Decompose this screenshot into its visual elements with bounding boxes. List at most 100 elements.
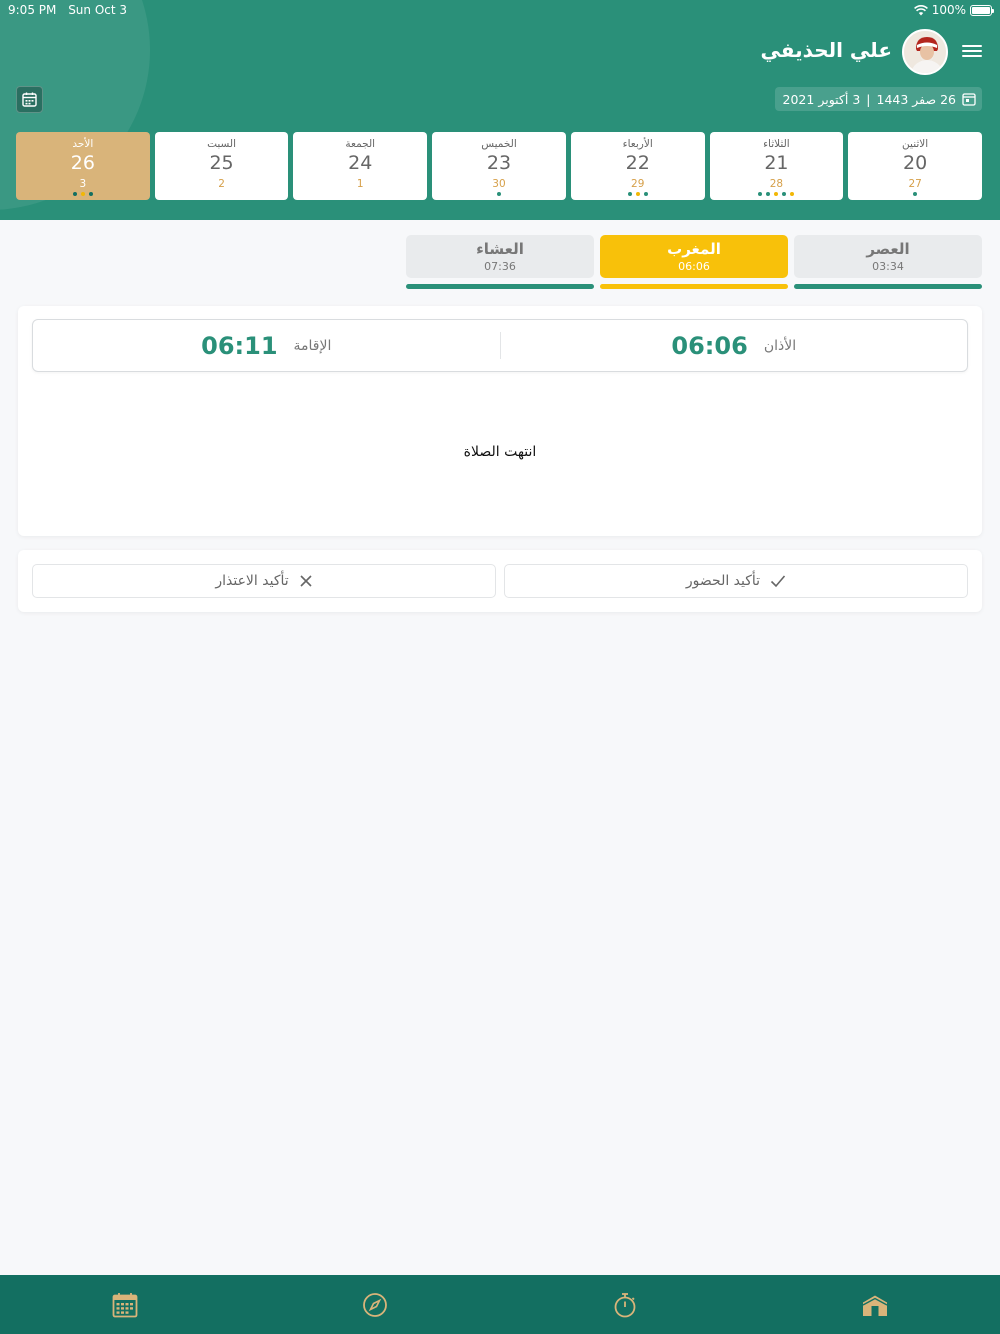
date-display: 26 صفر 1443 | 3 أكتوبر 2021 bbox=[774, 87, 982, 111]
day-name: السبت bbox=[207, 138, 237, 150]
event-dot bbox=[774, 192, 779, 196]
prayer-tabs: العصر 03:34 المغرب 06:06 العشاء 07:36 bbox=[406, 235, 982, 289]
gregorian-date: 3 أكتوبر 2021 bbox=[782, 91, 861, 107]
day-name: الثلاثاء bbox=[763, 138, 790, 150]
day-hijri: 3 bbox=[79, 178, 87, 190]
event-dots bbox=[710, 192, 844, 196]
date-separator: | bbox=[866, 91, 871, 107]
wifi-icon bbox=[913, 4, 928, 15]
event-dot bbox=[782, 192, 787, 196]
calendar-icon bbox=[22, 92, 37, 107]
confirm-excuse-label: تأكيد الاعتذار bbox=[215, 573, 289, 589]
prayer-tab-indicator bbox=[794, 284, 982, 289]
day-card[interactable]: الجمعة 24 1 bbox=[293, 132, 428, 200]
day-number: 24 bbox=[348, 152, 373, 174]
status-time: 9:05 PM bbox=[8, 3, 57, 17]
calendar-button[interactable] bbox=[16, 86, 43, 113]
prayer-tab-indicator bbox=[600, 284, 788, 289]
day-name: الاثنين bbox=[902, 138, 929, 150]
kaaba-icon bbox=[862, 1293, 888, 1316]
prayer-time: 06:06 bbox=[678, 260, 710, 273]
bottom-nav bbox=[0, 1275, 1000, 1334]
event-dot bbox=[635, 192, 640, 196]
stopwatch-icon bbox=[614, 1292, 636, 1317]
status-date: Sun Oct 3 bbox=[68, 3, 128, 17]
day-card[interactable]: الثلاثاء 21 28 bbox=[709, 132, 844, 200]
user-name: علي الحذيفي bbox=[760, 38, 893, 62]
iqama-time: 06:11 bbox=[201, 331, 278, 360]
confirm-excuse-button[interactable]: تأكيد الاعتذار bbox=[32, 564, 496, 598]
avatar[interactable] bbox=[902, 29, 948, 75]
prayer-time: 03:34 bbox=[872, 260, 904, 273]
prayer-time: 07:36 bbox=[484, 260, 516, 273]
event-dot bbox=[913, 192, 918, 196]
event-dot bbox=[790, 192, 795, 196]
day-hijri: 29 bbox=[631, 178, 645, 190]
prayer-name: العصر bbox=[866, 240, 910, 258]
event-dot bbox=[643, 192, 648, 196]
calendar-icon bbox=[962, 93, 976, 106]
week-days: الاثنين 20 27 الثلاثاء 21 28 الأربعاء 22 29 الخمي… bbox=[15, 132, 982, 200]
confirm-attendance-button[interactable]: تأكيد الحضور bbox=[504, 564, 968, 598]
day-card[interactable]: الأحد 26 3 bbox=[15, 132, 150, 200]
day-hijri: 28 bbox=[769, 178, 784, 190]
prayer-detail-card: الأذان 06:06 الإقامة 06:11 انتهت الصلاة bbox=[18, 306, 982, 536]
check-icon bbox=[771, 575, 786, 588]
day-number: 20 bbox=[903, 152, 928, 174]
day-number: 21 bbox=[764, 152, 789, 174]
day-hijri: 30 bbox=[492, 178, 506, 190]
close-icon bbox=[300, 575, 312, 587]
day-name: الخميس bbox=[481, 138, 517, 150]
calendar-grid-icon bbox=[112, 1292, 138, 1317]
day-card[interactable]: السبت 25 2 bbox=[154, 132, 289, 200]
event-dot bbox=[88, 192, 93, 196]
iqama-label: الإقامة bbox=[293, 337, 332, 354]
adhan-time: 06:06 bbox=[671, 331, 748, 360]
header: 9:05 PM Sun Oct 3 100% علي الحذيفي 26 صف… bbox=[0, 0, 1000, 220]
day-name: الأحد bbox=[72, 138, 94, 150]
day-hijri: 2 bbox=[218, 178, 225, 190]
prayer-tab-indicator bbox=[406, 284, 594, 289]
nav-mosque[interactable] bbox=[750, 1275, 1000, 1334]
confirm-attendance-label: تأكيد الحضور bbox=[685, 573, 761, 589]
day-number: 23 bbox=[486, 152, 512, 174]
event-dots bbox=[848, 192, 982, 196]
day-hijri: 1 bbox=[356, 178, 364, 190]
day-number: 25 bbox=[209, 152, 234, 174]
prayer-tab[interactable]: المغرب 06:06 bbox=[600, 235, 788, 289]
nav-timer[interactable] bbox=[500, 1275, 750, 1334]
event-dot bbox=[766, 192, 771, 196]
event-dot bbox=[496, 192, 501, 196]
nav-calendar[interactable] bbox=[0, 1275, 250, 1334]
battery-percent: 100% bbox=[931, 3, 966, 17]
adhan-label: الأذان bbox=[763, 337, 797, 354]
prayer-name: العشاء bbox=[476, 240, 524, 258]
event-dot bbox=[758, 192, 763, 196]
event-dot bbox=[80, 192, 85, 196]
divider bbox=[499, 332, 501, 359]
event-dot bbox=[72, 192, 77, 196]
menu-button[interactable] bbox=[962, 42, 982, 60]
adhan-block: الأذان 06:06 bbox=[501, 320, 968, 371]
day-card[interactable]: الخميس 23 30 bbox=[432, 132, 566, 200]
iqama-block: الإقامة 06:11 bbox=[33, 320, 500, 371]
event-dot bbox=[627, 192, 632, 196]
prayer-tab[interactable]: العصر 03:34 bbox=[794, 235, 982, 289]
prayer-status-text: انتهت الصلاة bbox=[463, 444, 537, 460]
attendance-actions: تأكيد الحضور تأكيد الاعتذار bbox=[18, 550, 982, 612]
compass-icon bbox=[363, 1292, 387, 1317]
event-dots bbox=[571, 192, 705, 196]
day-name: الأربعاء bbox=[622, 138, 653, 150]
event-dots bbox=[16, 192, 150, 196]
prayer-name: المغرب bbox=[667, 240, 721, 258]
status-bar: 9:05 PM Sun Oct 3 100% bbox=[0, 0, 1000, 20]
prayer-times-row: الأذان 06:06 الإقامة 06:11 bbox=[32, 319, 968, 372]
nav-qibla[interactable] bbox=[250, 1275, 500, 1334]
day-name: الجمعة bbox=[345, 138, 376, 150]
day-number: 26 bbox=[70, 152, 95, 174]
day-card[interactable]: الاثنين 20 27 bbox=[848, 132, 982, 200]
hijri-date: 26 صفر 1443 bbox=[876, 91, 957, 107]
prayer-tab[interactable]: العشاء 07:36 bbox=[406, 235, 594, 289]
day-card[interactable]: الأربعاء 22 29 bbox=[570, 132, 705, 200]
day-hijri: 27 bbox=[908, 178, 922, 190]
